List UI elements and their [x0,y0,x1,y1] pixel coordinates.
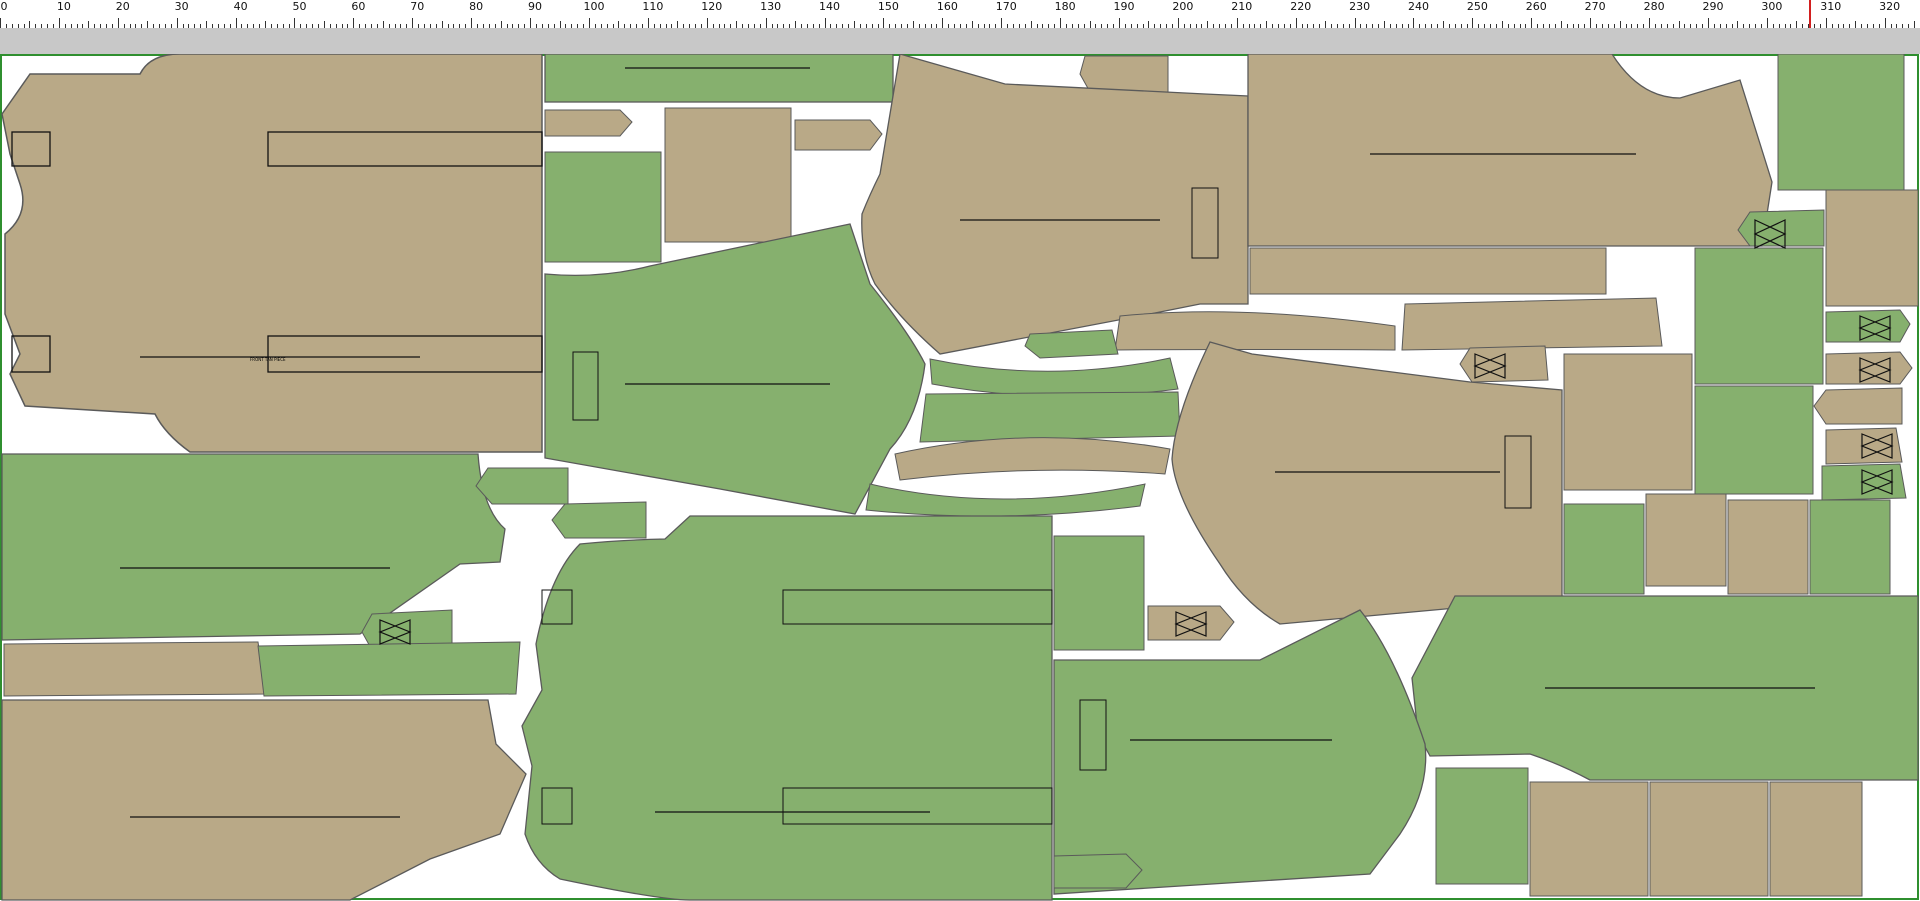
horizontal-ruler[interactable]: 0 10 20 30 40 50 60 70 80 90 100 110 120 130 140 150 160… [0,0,1920,29]
pattern-piece-curved-strip-green-4[interactable] [865,483,1146,517]
pattern-piece-square-green-17[interactable] [1809,499,1891,595]
pattern-piece-tag-tan-3[interactable] [1079,55,1169,93]
ruler-label: 240 [1407,0,1429,13]
pattern-piece-square-tan-20[interactable] [1649,781,1769,897]
pattern-piece-corner-green-1[interactable] [1777,54,1905,191]
pattern-piece-curved-strip-tan-5[interactable] [1114,311,1396,351]
pattern-piece-strip-green-26[interactable] [257,641,521,697]
pattern-piece-square-tan-16[interactable] [1727,499,1809,595]
pattern-piece-sleeve-tan[interactable] [1171,341,1563,625]
ruler-label: 300 [1761,0,1783,13]
pattern-piece-rect-tan-7[interactable] [1563,353,1693,491]
pattern-piece-back-upper-tan[interactable] [861,54,1249,355]
ruler-label: 230 [1349,0,1371,13]
pattern-piece-square-tan-15[interactable] [1645,493,1727,587]
pattern-piece-square-tan-21[interactable] [1769,781,1863,897]
pattern-piece-sleeve-green[interactable] [1053,609,1427,895]
ruler-label: 20 [115,0,130,13]
ruler-label: 80 [469,0,484,13]
pattern-piece-curved-strip-green-1[interactable] [929,357,1179,397]
pattern-piece-rect-green-6[interactable] [1694,385,1814,495]
ruler-label: 40 [233,0,248,13]
pattern-piece-tag-green-22[interactable] [475,467,569,505]
pattern-piece-square-green-14[interactable] [1563,503,1645,595]
pattern-piece-tag-tan-28[interactable] [1147,605,1235,641]
ruler-label: 120 [701,0,723,13]
ruler-label: 110 [642,0,664,13]
pattern-piece-tag-tan-10[interactable] [1825,351,1913,385]
ruler-label: 280 [1643,0,1665,13]
ruler-label: 150 [877,0,899,13]
pattern-piece-square-green-27[interactable] [1053,535,1145,651]
ruler-toolbar-strip [0,28,1920,54]
ruler-label: 200 [1172,0,1194,13]
ruler-label: 190 [1113,0,1135,13]
pattern-piece-right-lower-green[interactable] [1411,595,1919,781]
ruler-label: 320 [1879,0,1901,13]
pattern-piece-square-green-1[interactable] [544,151,662,263]
pattern-piece-rect-green-5[interactable] [1694,247,1824,385]
pattern-piece-left-bottom-tan[interactable] [1,699,527,901]
pattern-piece-tag-tan-1[interactable] [544,109,633,137]
ruler-label: 70 [410,0,425,13]
pattern-piece-rect-tan-1[interactable] [664,107,792,243]
svg-text:FRONT TAN PIECE: FRONT TAN PIECE [250,357,286,362]
ruler-label: 310 [1820,0,1842,13]
pattern-piece-rect-tan-8[interactable] [1825,189,1919,307]
pattern-piece-tag-green-4[interactable] [1024,329,1119,359]
pattern-piece-square-green-18[interactable] [1435,767,1529,885]
ruler-label: 60 [351,0,366,13]
ruler-label: 250 [1466,0,1488,13]
ruler-label: 290 [1702,0,1724,13]
ruler-label: 90 [528,0,543,13]
ruler-label: 160 [936,0,958,13]
ruler-ticks [0,18,1915,28]
pattern-piece-right-upper-tan[interactable] [1247,54,1773,247]
pattern-piece-tag-green-23[interactable] [551,501,647,539]
pattern-piece-top-strip-green[interactable] [544,54,894,103]
ruler-label: 50 [292,0,307,13]
ruler-label: 180 [1054,0,1076,13]
ruler-label: 260 [1525,0,1547,13]
ruler-label: 220 [1290,0,1312,13]
pattern-piece-curved-strip-tan-3[interactable] [894,437,1171,481]
ruler-label: 170 [995,0,1017,13]
pattern-piece-curved-strip-green-2[interactable] [919,391,1181,443]
pattern-piece-tag-tan-8[interactable] [1459,345,1549,383]
ruler-label: 140 [819,0,841,13]
pattern-piece-tag-green-7[interactable] [1737,209,1825,247]
pattern-piece-tag-green-29[interactable] [1053,853,1143,889]
ruler-label: 100 [583,0,605,13]
ruler-label: 30 [174,0,189,13]
ruler-label: 0 [0,0,8,13]
marker-layout-canvas[interactable]: FRONT TAN PIECE [0,54,1920,901]
ruler-label: 130 [760,0,782,13]
pattern-piece-square-tan-19[interactable] [1529,781,1649,897]
pattern-piece-strip-tan-25[interactable] [3,641,267,697]
pattern-piece-back-lower-green[interactable] [521,515,1053,901]
pattern-piece-tag-tan-11[interactable] [1813,387,1903,425]
ruler-label: 210 [1231,0,1253,13]
pattern-piece-tag-tan-2[interactable] [794,119,883,151]
pattern-piece-strip-tan-2[interactable] [1249,247,1607,295]
ruler-label: 10 [56,0,71,13]
ruler-label: 270 [1584,0,1606,13]
pattern-piece-front-body-tan[interactable]: FRONT TAN PIECE [1,54,543,453]
cursor-position-marker [1809,0,1811,28]
pattern-piece-strip-tan-6[interactable] [1401,297,1663,351]
